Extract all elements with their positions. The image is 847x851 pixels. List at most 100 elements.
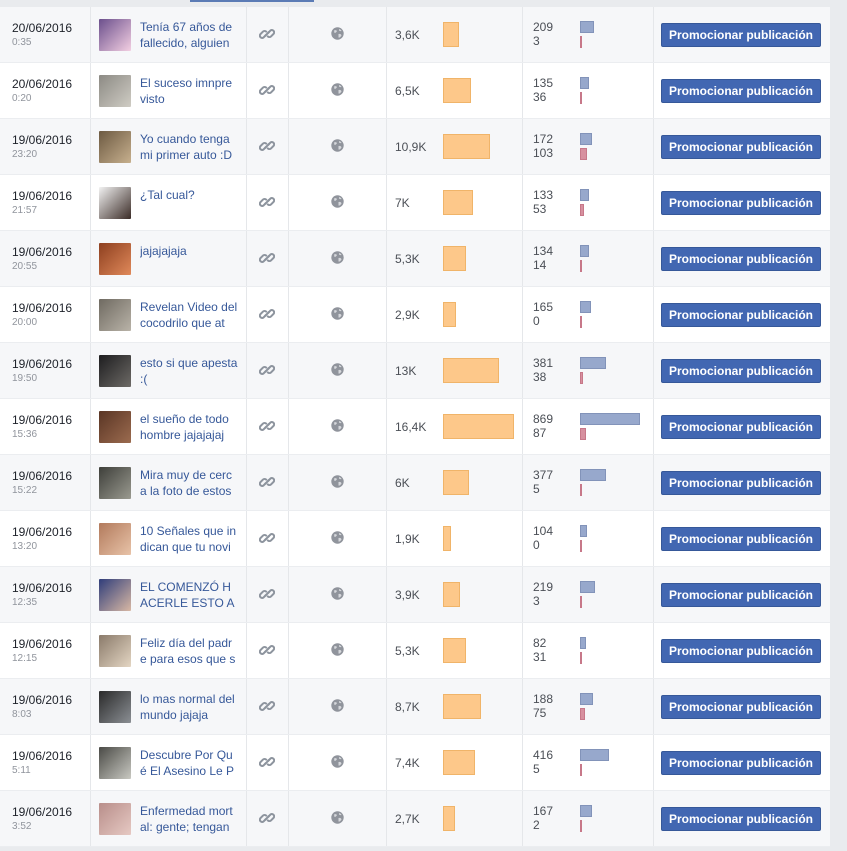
post-thumbnail[interactable] (99, 131, 131, 163)
globe-icon (331, 363, 344, 376)
engagement-cell: 82 31 (523, 623, 654, 678)
reach-bar (443, 358, 499, 383)
promote-post-button[interactable]: Promocionar publicación (661, 191, 821, 215)
link-icon (259, 365, 275, 375)
scrollbar-track[interactable] (830, 0, 847, 851)
table-row: 19/06/2016 15:36 el sueño de todo hombre… (0, 399, 830, 455)
post-thumbnail[interactable] (99, 187, 131, 219)
promote-post-button[interactable]: Promocionar publicación (661, 303, 821, 327)
promote-post-button[interactable]: Promocionar publicación (661, 807, 821, 831)
promote-cell: Promocionar publicación (654, 623, 830, 678)
engagement-primary-value: 381 (533, 356, 554, 370)
published-cell: 19/06/2016 19:50 (0, 343, 91, 398)
audience-cell (289, 287, 387, 342)
promote-post-button[interactable]: Promocionar publicación (661, 695, 821, 719)
globe-icon (331, 699, 344, 712)
audience-cell (289, 119, 387, 174)
promote-post-button[interactable]: Promocionar publicación (661, 79, 821, 103)
promote-cell: Promocionar publicación (654, 343, 830, 398)
promote-post-button[interactable]: Promocionar publicación (661, 415, 821, 439)
engagement-primary-bar (580, 21, 594, 33)
post-thumbnail[interactable] (99, 467, 131, 499)
post-thumbnail[interactable] (99, 523, 131, 555)
post-thumbnail[interactable] (99, 579, 131, 611)
engagement-primary-bar (580, 77, 589, 89)
reach-value: 6,5K (395, 84, 420, 98)
post-cell: Revelan Video del cocodrilo que at (91, 287, 247, 342)
post-title-link[interactable]: el sueño de todo hombre jajajajaj (140, 411, 238, 443)
post-title-link[interactable]: jajajajaja (140, 243, 238, 275)
reach-bar (443, 582, 460, 607)
published-posts-table: 20/06/2016 0:35 Tenía 67 años de falleci… (0, 7, 830, 847)
post-thumbnail[interactable] (99, 355, 131, 387)
link-icon (259, 141, 275, 151)
promote-post-button[interactable]: Promocionar publicación (661, 471, 821, 495)
post-cell: El suceso imnpre visto (91, 63, 247, 118)
engagement-cell: 172 103 (523, 119, 654, 174)
post-date: 20/06/2016 (12, 21, 73, 35)
post-thumbnail[interactable] (99, 803, 131, 835)
post-date: 19/06/2016 (12, 581, 73, 595)
published-cell: 19/06/2016 12:15 (0, 623, 91, 678)
post-thumbnail[interactable] (99, 19, 131, 51)
post-cell: ¿Tal cual? (91, 175, 247, 230)
reach-value: 3,9K (395, 588, 420, 602)
post-thumbnail[interactable] (99, 243, 131, 275)
post-title-link[interactable]: Revelan Video del cocodrilo que at (140, 299, 238, 331)
post-title-link[interactable]: Enfermedad mortal: gente; tengan (140, 803, 238, 835)
header-tab-indicator (190, 0, 314, 2)
promote-post-button[interactable]: Promocionar publicación (661, 23, 821, 47)
post-title-link[interactable]: EL COMENZÓ HACERLE ESTO A S (140, 579, 238, 611)
globe-icon (331, 195, 344, 208)
post-title-link[interactable]: Descubre Por Qué El Asesino Le P (140, 747, 238, 779)
promote-post-button[interactable]: Promocionar publicación (661, 527, 821, 551)
link-icon (259, 645, 275, 655)
reach-cell: 6K (387, 455, 523, 510)
engagement-primary-bar (580, 413, 640, 425)
engagement-secondary-value: 31 (533, 650, 547, 664)
post-thumbnail[interactable] (99, 691, 131, 723)
promote-post-button[interactable]: Promocionar publicación (661, 583, 821, 607)
reach-bar (443, 78, 471, 103)
promote-post-button[interactable]: Promocionar publicación (661, 247, 821, 271)
post-thumbnail[interactable] (99, 635, 131, 667)
post-title-link[interactable]: Tenía 67 años de fallecido, alguien (140, 19, 238, 51)
engagement-primary-bar (580, 637, 586, 649)
post-thumbnail[interactable] (99, 747, 131, 779)
engagement-secondary-value: 0 (533, 538, 540, 552)
post-time: 5:11 (12, 765, 31, 776)
promote-post-button[interactable]: Promocionar publicación (661, 135, 821, 159)
post-date: 19/06/2016 (12, 693, 73, 707)
promote-post-button[interactable]: Promocionar publicación (661, 751, 821, 775)
engagement-cell: 133 53 (523, 175, 654, 230)
promote-cell: Promocionar publicación (654, 567, 830, 622)
reach-value: 3,6K (395, 28, 420, 42)
post-title-link[interactable]: lo mas normal del mundo jajaja (140, 691, 238, 723)
engagement-primary-value: 104 (533, 524, 554, 538)
post-title-link[interactable]: El suceso imnpre visto (140, 75, 238, 107)
table-row: 19/06/2016 8:03 lo mas normal del mundo … (0, 679, 830, 735)
post-title-link[interactable]: Mira muy de cerca la foto de estos (140, 467, 238, 499)
post-thumbnail[interactable] (99, 299, 131, 331)
audience-cell (289, 623, 387, 678)
engagement-secondary-bar (580, 372, 583, 384)
post-thumbnail[interactable] (99, 75, 131, 107)
post-date: 19/06/2016 (12, 189, 73, 203)
post-title-link[interactable]: esto si que apesta :( (140, 355, 238, 387)
engagement-secondary-bar (580, 820, 582, 832)
post-title-link[interactable]: Yo cuando tenga mi primer auto :D (140, 131, 238, 163)
link-icon (259, 253, 275, 263)
post-thumbnail[interactable] (99, 411, 131, 443)
post-title-link[interactable]: ¿Tal cual? (140, 187, 238, 219)
promote-post-button[interactable]: Promocionar publicación (661, 639, 821, 663)
engagement-primary-value: 167 (533, 804, 554, 818)
reach-cell: 8,7K (387, 679, 523, 734)
reach-bar (443, 302, 456, 327)
promote-cell: Promocionar publicación (654, 455, 830, 510)
engagement-primary-value: 188 (533, 692, 554, 706)
post-title-link[interactable]: Feliz día del padre para esos que s (140, 635, 238, 667)
table-row: 19/06/2016 12:35 EL COMENZÓ HACERLE ESTO… (0, 567, 830, 623)
post-title-link[interactable]: 10 Señales que indican que tu novi (140, 523, 238, 555)
promote-post-button[interactable]: Promocionar publicación (661, 359, 821, 383)
engagement-primary-bar (580, 133, 592, 145)
